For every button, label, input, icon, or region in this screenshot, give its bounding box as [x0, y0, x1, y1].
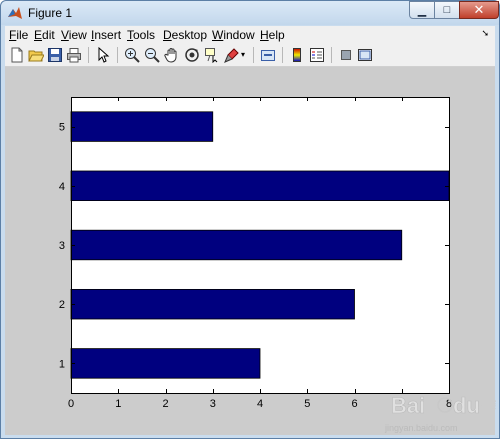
data-cursor-icon[interactable] [204, 47, 220, 63]
window-title: Figure 1 [28, 6, 73, 20]
insert-colorbar-icon[interactable] [289, 47, 305, 63]
menu-edit[interactable]: Edit [34, 28, 55, 42]
bar-3 [70, 229, 403, 261]
menu-file[interactable]: File [9, 28, 28, 42]
bar-5 [70, 111, 214, 142]
minimize-icon: ▁ [417, 4, 427, 17]
menu-view[interactable]: View [61, 28, 87, 42]
toolbar-separator [331, 47, 332, 63]
show-plot-tools-icon[interactable] [357, 47, 373, 63]
svg-text:经验: 经验 [479, 399, 496, 412]
menu-window[interactable]: Window [212, 28, 255, 42]
pan-hand-icon[interactable] [164, 47, 180, 63]
svg-text:jingyan.baidu.com: jingyan.baidu.com [384, 423, 458, 433]
bar-chart: 012345678 12345 [59, 97, 452, 410]
new-figure-icon[interactable] [9, 47, 25, 63]
figure-canvas[interactable]: 012345678 12345 [5, 67, 495, 435]
toolbar-separator [282, 47, 283, 63]
baidu-jingyan-watermark: Bai du 经验 jingyan.baidu.com [384, 393, 496, 433]
menu-overflow-arrow-icon[interactable]: ➘ [481, 28, 489, 39]
insert-legend-icon[interactable] [309, 47, 325, 63]
menu-insert[interactable]: Insert [91, 28, 121, 42]
save-icon[interactable] [47, 47, 63, 63]
bar-1 [70, 348, 261, 379]
zoom-out-icon[interactable] [144, 47, 160, 63]
menu-bar: File Edit View Insert Tools Desktop Wind… [5, 26, 495, 44]
close-button[interactable]: ✕ [459, 1, 499, 19]
y-tick-label: 1 [59, 358, 65, 370]
maximize-icon: □ [443, 4, 451, 16]
close-icon: ✕ [473, 2, 485, 17]
rotate-3d-icon[interactable] [184, 47, 200, 63]
figure-window: Figure 1 ▁ □ ✕ File Edit View Insert Too… [0, 0, 500, 439]
x-tick-label: 6 [351, 398, 357, 410]
x-tick-label: 4 [257, 398, 263, 410]
link-plot-icon[interactable] [260, 47, 276, 63]
edit-plot-arrow-icon[interactable] [95, 47, 111, 63]
y-tick-label: 2 [59, 299, 65, 311]
title-bar[interactable]: Figure 1 ▁ □ ✕ [1, 1, 499, 25]
x-tick-label: 0 [68, 398, 74, 410]
print-icon[interactable] [66, 47, 82, 63]
x-tick-label: 3 [210, 398, 216, 410]
toolbar-separator [117, 47, 118, 63]
menu-help[interactable]: Help [260, 28, 285, 42]
y-tick-labels: 1 2 3 4 5 [59, 122, 65, 371]
menu-desktop[interactable]: Desktop [163, 28, 207, 42]
brush-dropdown-arrow-icon[interactable]: ▾ [241, 50, 257, 66]
toolbar-separator [253, 47, 254, 63]
y-tick-label: 4 [59, 181, 65, 193]
x-tick-label: 5 [304, 398, 310, 410]
minimize-button[interactable]: ▁ [409, 1, 435, 19]
brush-icon[interactable] [224, 47, 240, 63]
menu-tools[interactable]: Tools [127, 28, 155, 42]
svg-text:du: du [453, 393, 480, 418]
zoom-in-icon[interactable] [124, 47, 140, 63]
matlab-logo-icon [8, 7, 22, 19]
svg-text:Bai: Bai [391, 393, 425, 418]
maximize-button[interactable]: □ [434, 1, 460, 19]
hide-plot-tools-icon[interactable] [338, 47, 354, 63]
y-tick-label: 5 [59, 122, 65, 134]
bar-2 [70, 288, 355, 320]
toolbar-separator [88, 47, 89, 63]
open-file-icon[interactable] [28, 47, 44, 63]
figure-toolbar: ▾ [5, 44, 495, 67]
x-tick-label: 2 [162, 398, 168, 410]
x-tick-label: 1 [115, 398, 121, 410]
bar-4 [70, 170, 450, 202]
y-tick-label: 3 [59, 240, 65, 252]
